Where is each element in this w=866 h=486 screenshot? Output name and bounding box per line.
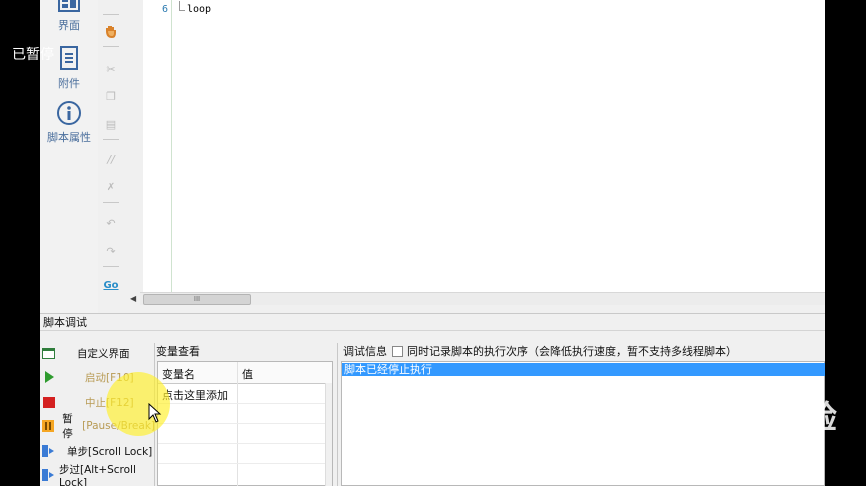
- goto-button[interactable]: Go: [102, 276, 120, 294]
- hand-tool-button[interactable]: [102, 22, 120, 40]
- panel-divider: [337, 343, 338, 486]
- scissors-icon: ✂: [106, 62, 116, 76]
- log-line-selected[interactable]: 脚本已经停止执行: [342, 363, 825, 376]
- uncomment-button[interactable]: ✗: [102, 178, 120, 196]
- window-icon: [42, 347, 55, 359]
- undo-button[interactable]: ↶: [102, 214, 120, 232]
- nav-item-script-properties[interactable]: 脚本属性: [40, 100, 98, 145]
- step-into-button[interactable]: 单步[Scroll Lock]: [40, 440, 155, 462]
- horizontal-scrollbar[interactable]: ◀ III: [130, 292, 825, 305]
- variables-table[interactable]: 变量名 值 点击这里添加: [157, 361, 333, 486]
- toolbar-divider: [103, 46, 119, 47]
- custom-ui-button[interactable]: 自定义界面: [40, 342, 155, 364]
- nav-label-attachment: 附件: [58, 77, 80, 90]
- column-divider: [237, 362, 238, 486]
- watermark-url: jingyan.baidu.com: [664, 447, 801, 462]
- row-line: [158, 403, 326, 404]
- cut-button[interactable]: ✂: [102, 60, 120, 78]
- variables-header: 变量名 值: [158, 362, 332, 384]
- nav-label-ui: 界面: [58, 19, 80, 32]
- scroll-left-icon[interactable]: ◀: [130, 294, 136, 303]
- column-header-value[interactable]: 值: [242, 366, 253, 382]
- step-over-button[interactable]: 步过[Alt+Scroll Lock]: [40, 464, 160, 486]
- scrollbar-thumb[interactable]: III: [143, 294, 251, 305]
- info-icon: [56, 101, 82, 129]
- stop-icon: [42, 396, 55, 408]
- fold-marker[interactable]: [179, 1, 185, 11]
- code-editor[interactable]: 6 loop: [143, 0, 825, 292]
- debug-panel-title: 脚本调试: [40, 313, 825, 331]
- layout-icon: [57, 0, 81, 17]
- mouse-pointer-icon: [148, 403, 162, 423]
- attachment-icon: [57, 46, 81, 75]
- variables-title: 变量查看: [156, 345, 200, 358]
- play-icon: [42, 371, 55, 383]
- comment-icon: //: [107, 152, 115, 166]
- line-number-gutter: 6: [143, 0, 172, 292]
- toolbar-divider: [103, 139, 119, 140]
- uncomment-icon: ✗: [106, 181, 116, 193]
- redo-icon: ↷: [106, 244, 116, 258]
- vertical-scrollbar[interactable]: [325, 383, 332, 486]
- comment-button[interactable]: //: [102, 150, 120, 168]
- nav-label-script-properties: 脚本属性: [47, 131, 91, 144]
- debug-info-title: 调试信息: [343, 345, 387, 358]
- pause-label: 暂停: [62, 413, 73, 440]
- column-header-name[interactable]: 变量名: [162, 366, 195, 382]
- record-order-checkbox[interactable]: [392, 345, 403, 357]
- toolbar-divider: [103, 266, 119, 267]
- baidu-watermark: Bai du 经验: [640, 398, 838, 436]
- step-over-icon: [42, 469, 55, 481]
- code-line[interactable]: loop: [187, 4, 211, 15]
- copy-button[interactable]: ❐: [102, 87, 120, 105]
- nav-item-ui[interactable]: 界面: [40, 0, 98, 33]
- step-into-icon: [42, 445, 55, 457]
- debug-info-header: 调试信息 同时记录脚本的执行次序（会降低执行速度，暂不支持多线程脚本）: [343, 343, 737, 359]
- toolbar-divider: [103, 202, 119, 203]
- step-into-label: 单步[Scroll Lock]: [67, 445, 153, 458]
- row-line: [158, 443, 326, 444]
- undo-icon: ↶: [106, 216, 116, 230]
- add-variable-row[interactable]: 点击这里添加: [162, 387, 228, 403]
- record-order-label[interactable]: 同时记录脚本的执行次序（会降低执行速度，暂不支持多线程脚本）: [407, 343, 737, 359]
- goto-icon: Go: [103, 279, 119, 291]
- redo-button[interactable]: ↷: [102, 242, 120, 260]
- pause-icon: [42, 420, 55, 432]
- toolbar-divider: [103, 14, 119, 15]
- paste-icon: ▤: [105, 117, 117, 131]
- custom-ui-label: 自定义界面: [77, 347, 130, 360]
- copy-icon: ❐: [106, 89, 116, 103]
- hand-icon: [106, 26, 116, 38]
- step-over-label: 步过[Alt+Scroll Lock]: [59, 463, 136, 486]
- paused-status-overlay: 已暂停: [12, 47, 54, 63]
- line-number: 6: [161, 4, 168, 15]
- row-line: [158, 463, 326, 464]
- row-line: [158, 423, 326, 424]
- editor-toolbar: ✂ ❐ ▤ // ✗ ↶ ↷ Go: [98, 0, 124, 291]
- paste-button[interactable]: ▤: [102, 115, 120, 133]
